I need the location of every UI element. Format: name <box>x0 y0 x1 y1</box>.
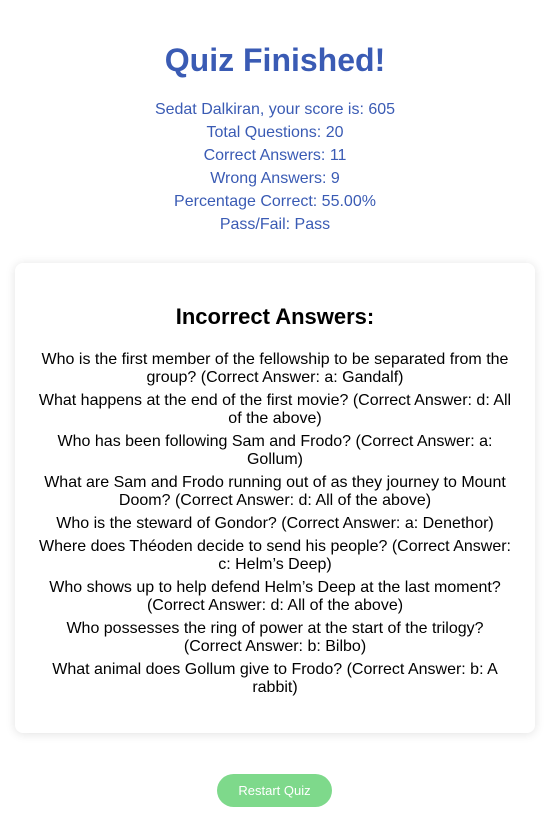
score-line: Sedat Dalkiran, your score is: 605 <box>154 101 396 118</box>
list-item: Who possesses the ring of power at the s… <box>66 620 484 655</box>
wrong-answers: Wrong Answers: 9 <box>210 170 340 187</box>
incorrect-answers-card: Incorrect Answers: Who is the first memb… <box>15 263 535 733</box>
page-title: Quiz Finished! <box>164 42 386 78</box>
pass-fail-status: Pass/Fail: Pass <box>219 216 331 233</box>
list-item: What are Sam and Frodo running out of as… <box>44 474 506 509</box>
list-item: Who is the steward of Gondor? (Correct A… <box>56 515 494 532</box>
list-item: Who is the first member of the fellowshi… <box>41 351 509 386</box>
quiz-results-page: Quiz Finished! Sedat Dalkiran, your scor… <box>0 0 550 825</box>
total-questions: Total Questions: 20 <box>206 124 344 141</box>
list-item: Where does Théoden decide to send his pe… <box>39 538 511 573</box>
incorrect-answers-list: Who is the first member of the fellowshi… <box>37 351 513 702</box>
correct-answers: Correct Answers: 11 <box>203 147 347 164</box>
list-item: Who shows up to help defend Helm’s Deep … <box>49 579 501 614</box>
score-summary: Sedat Dalkiran, your score is: 605 Total… <box>0 98 550 236</box>
list-item: What happens at the end of the first mov… <box>38 392 512 427</box>
list-item: What animal does Gollum give to Frodo? (… <box>52 661 498 696</box>
percentage-correct: Percentage Correct: 55.00% <box>174 193 376 210</box>
list-item: Who has been following Sam and Frodo? (C… <box>57 433 493 468</box>
incorrect-answers-heading: Incorrect Answers: <box>175 304 375 329</box>
restart-quiz-button[interactable]: Restart Quiz <box>217 774 332 807</box>
